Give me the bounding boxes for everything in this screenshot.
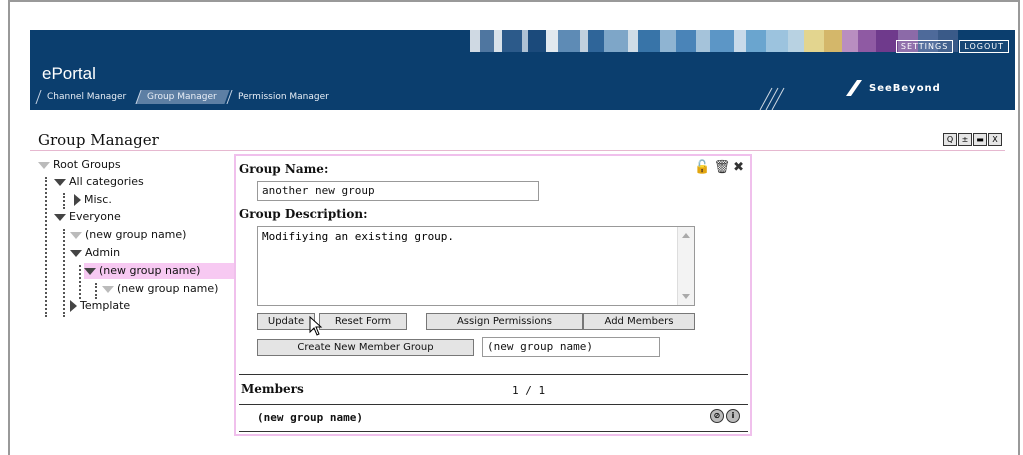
- tree-guide: [95, 283, 97, 299]
- top-buttons: SETTINGS LOGOUT: [895, 40, 1009, 53]
- expand-arrow-icon: [70, 249, 82, 257]
- logout-button[interactable]: LOGOUT: [959, 40, 1009, 53]
- tree-item-misc[interactable]: Misc.: [74, 192, 112, 208]
- logo-text: SeeBeyond: [869, 82, 941, 94]
- close-icon[interactable]: ✖: [733, 160, 744, 175]
- group-description-textarea[interactable]: Modifiying an existing group.: [257, 226, 695, 306]
- members-pagination: 1 / 1: [512, 384, 546, 397]
- member-row-actions: ⊘ i: [710, 409, 740, 423]
- search-window-icon[interactable]: Q: [943, 133, 957, 146]
- tree-item-template[interactable]: Template: [70, 298, 130, 314]
- reset-form-button[interactable]: Reset Form: [319, 313, 407, 330]
- app-header: SETTINGS LOGOUT ePortal Channel Manager …: [30, 30, 1015, 110]
- create-member-group-button[interactable]: Create New Member Group: [257, 339, 474, 356]
- new-member-group-input[interactable]: (new group name): [482, 337, 660, 357]
- title-divider: [30, 150, 1005, 151]
- tree-item-admin[interactable]: Admin: [70, 245, 120, 261]
- tree-item-root-groups[interactable]: Root Groups: [38, 157, 121, 173]
- lock-icon[interactable]: 🔓: [694, 160, 710, 175]
- nav-tabs: Channel Manager Group Manager Permission…: [35, 90, 342, 104]
- expand-arrow-icon: [70, 231, 82, 239]
- group-name-input[interactable]: another new group: [257, 181, 539, 201]
- members-divider-bottom: [239, 431, 748, 432]
- update-button[interactable]: Update: [257, 313, 315, 330]
- delete-icon[interactable]: 🗑: [714, 160, 731, 175]
- collapse-arrow-icon: [74, 194, 81, 206]
- close-window-icon[interactable]: X: [988, 133, 1002, 146]
- info-icon[interactable]: i: [726, 409, 740, 423]
- group-editor-panel: 🔓 🗑 ✖ Group Name: another new group Grou…: [234, 154, 752, 436]
- brand-title: ePortal: [42, 64, 96, 83]
- tree-item-new-group-name-selected[interactable]: (new group name): [84, 263, 234, 279]
- page-title: Group Manager: [38, 131, 159, 149]
- remove-member-icon[interactable]: ⊘: [710, 409, 724, 423]
- settings-button[interactable]: SETTINGS: [895, 40, 954, 53]
- window-icons: Q ± ▬ X: [943, 133, 1002, 146]
- seebeyond-logo: SeeBeyond: [845, 78, 955, 98]
- scroll-down-icon[interactable]: [682, 294, 690, 299]
- tree-guide: [63, 193, 65, 209]
- tree-item-new-group-name-child[interactable]: (new group name): [102, 281, 218, 297]
- tab-channel-manager[interactable]: Channel Manager: [35, 90, 139, 104]
- tree-guide: [63, 229, 65, 317]
- tab-permission-manager[interactable]: Permission Manager: [226, 90, 342, 104]
- expand-arrow-icon: [54, 213, 66, 221]
- member-row-name[interactable]: (new group name): [257, 411, 363, 424]
- tree-item-everyone[interactable]: Everyone: [54, 209, 121, 225]
- tree-item-new-group-name[interactable]: (new group name): [70, 227, 186, 243]
- maximize-window-icon[interactable]: ▬: [973, 133, 987, 146]
- members-heading: Members: [241, 382, 304, 396]
- scroll-up-icon[interactable]: [682, 233, 690, 238]
- expand-arrow-icon: [38, 161, 50, 169]
- logo-mark-icon: [846, 80, 862, 96]
- expand-arrow-icon: [54, 178, 66, 186]
- expand-arrow-icon: [84, 267, 96, 275]
- restore-window-icon[interactable]: ±: [958, 133, 972, 146]
- description-scrollbar[interactable]: [677, 227, 694, 305]
- members-divider-mid: [239, 404, 748, 405]
- tree-item-all-categories[interactable]: All categories: [54, 174, 144, 190]
- mouse-cursor-icon: [309, 316, 323, 336]
- tree-guide: [45, 177, 47, 317]
- members-divider-top: [239, 374, 748, 375]
- group-description-text: Modifiying an existing group.: [262, 230, 455, 243]
- collapse-arrow-icon: [70, 300, 77, 312]
- add-members-button[interactable]: Add Members: [583, 313, 695, 330]
- decorative-slashes: [759, 87, 785, 110]
- assign-permissions-button[interactable]: Assign Permissions: [426, 313, 583, 330]
- tree-guide: [79, 265, 81, 299]
- expand-arrow-icon: [102, 285, 114, 293]
- group-description-label: Group Description:: [239, 207, 368, 221]
- panel-actions: 🔓 🗑 ✖: [694, 160, 744, 175]
- group-name-label: Group Name:: [239, 162, 329, 176]
- tab-group-manager[interactable]: Group Manager: [135, 90, 230, 104]
